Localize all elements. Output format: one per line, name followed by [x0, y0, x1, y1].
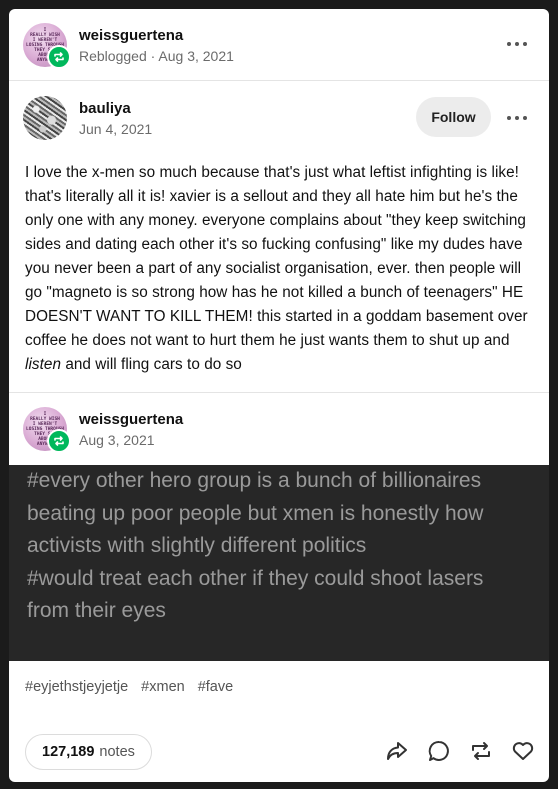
avatar[interactable]: I REALLY WISH I WEREN'T LOSING THROUGH T… — [23, 23, 71, 69]
reply-icon[interactable] — [426, 738, 451, 763]
notes-label: notes — [99, 744, 135, 760]
original-post-header: bauliya Jun 4, 2021 — [23, 96, 152, 140]
avatar[interactable]: I REALLY WISH I WEREN'T LOSING THROUGH T… — [23, 407, 71, 453]
post-body-text: and will fling cars to do so — [61, 356, 242, 373]
post-body-text: I love the x-men so much because that's … — [25, 164, 528, 349]
divider — [9, 80, 549, 81]
inline-tags-panel: #every other hero group is a bunch of bi… — [9, 465, 549, 661]
more-options-icon[interactable] — [507, 41, 527, 47]
post-actions — [384, 738, 535, 763]
reblogger-username[interactable]: weissguertena — [79, 27, 234, 44]
tag-link[interactable]: #eyjethstjeyjetje — [25, 679, 128, 695]
tag-link[interactable]: #xmen — [141, 679, 185, 695]
tag-link[interactable]: #fave — [198, 679, 233, 695]
notes-button[interactable]: 127,189 notes — [25, 734, 152, 770]
reblog-icon[interactable] — [468, 738, 493, 763]
reblog-action-label: Reblogged — [79, 47, 147, 64]
tag-list: #eyjethstjeyjetje #xmen #fave — [25, 679, 233, 695]
reblog-badge-icon — [47, 45, 71, 69]
reblog-header: I REALLY WISH I WEREN'T LOSING THROUGH T… — [23, 23, 234, 69]
post-body: I love the x-men so much because that's … — [25, 161, 537, 377]
notes-count: 127,189 — [42, 744, 95, 760]
reblog-username[interactable]: weissguertena — [79, 411, 183, 428]
inline-tag: #would treat each other if they could sh… — [27, 566, 484, 623]
reblog-date[interactable]: Aug 3, 2021 — [158, 48, 234, 64]
follow-button[interactable]: Follow — [416, 97, 491, 137]
like-icon[interactable] — [510, 738, 535, 763]
avatar[interactable] — [23, 96, 67, 140]
reblog-meta: Reblogged · Aug 3, 2021 — [79, 47, 234, 64]
post-body-italic: listen — [25, 356, 62, 373]
post-card: I REALLY WISH I WEREN'T LOSING THROUGH T… — [9, 9, 549, 782]
reblog-entry-header: I REALLY WISH I WEREN'T LOSING THROUGH T… — [23, 407, 183, 453]
divider — [9, 392, 549, 393]
original-date[interactable]: Jun 4, 2021 — [79, 121, 152, 137]
reblog-date[interactable]: Aug 3, 2021 — [79, 432, 183, 448]
original-username[interactable]: bauliya — [79, 100, 152, 117]
share-icon[interactable] — [384, 738, 409, 763]
reblog-badge-icon — [47, 429, 71, 453]
inline-tag: #every other hero group is a bunch of bi… — [27, 469, 484, 557]
more-options-icon[interactable] — [507, 115, 527, 121]
